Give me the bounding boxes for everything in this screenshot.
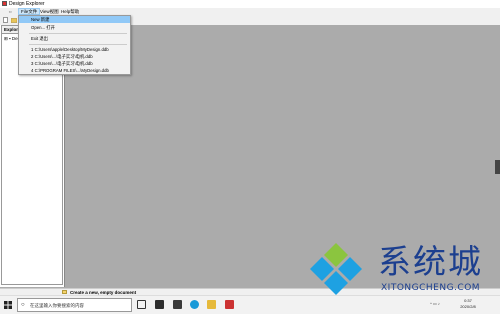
side-handle[interactable] [495, 160, 500, 174]
system-menu-icon[interactable]: ⇔ [6, 8, 15, 15]
computer-icon: ▪ [9, 36, 11, 41]
expand-icon[interactable]: ⊞ [4, 36, 8, 41]
open-folder-icon[interactable] [10, 17, 18, 23]
menu-help[interactable]: Help帮助 [59, 8, 81, 15]
file-explorer-icon[interactable] [207, 300, 216, 309]
taskbar-search-box[interactable]: ○ 在这里输入你要搜索的内容 [17, 298, 132, 312]
recent-file-item[interactable]: 2 C:\Users\...\电子实习\电机.ddb [19, 53, 130, 60]
menu-file[interactable]: File文件 [18, 8, 41, 15]
app-icon-dark[interactable] [155, 300, 164, 309]
watermark-text: 系统城 [378, 242, 483, 281]
menu-item-open[interactable]: Open... 打开 [19, 24, 130, 31]
search-icon: ○ [21, 302, 25, 308]
task-view-icon[interactable] [137, 300, 146, 309]
recent-file-item[interactable]: 3 C:\Users\...\电子实习\电机.ddb [19, 60, 130, 67]
windows-start-icon[interactable] [4, 301, 12, 309]
menu-item-exit[interactable]: Exit 退出 [19, 35, 130, 42]
clock-date: 2020/2/8 [460, 304, 476, 309]
menu-view[interactable]: View视图 [38, 8, 61, 15]
menu-separator [29, 44, 127, 45]
tray-icons[interactable]: ^ ▭ ♪ [430, 301, 440, 306]
menu-separator [29, 33, 127, 34]
window-title: Design Explorer [9, 1, 45, 7]
edge-browser-icon[interactable] [190, 300, 199, 309]
search-placeholder: 在这里输入你要搜索的内容 [30, 303, 84, 308]
taskbar: ○ 在这里输入你要搜索的内容 ^ ▭ ♪ 0:37 2020/2/8 [0, 295, 500, 314]
new-document-icon[interactable] [3, 17, 9, 23]
menu-item-new[interactable]: New 新建 [19, 16, 130, 23]
mail-icon[interactable] [173, 300, 182, 309]
watermark-url: XITONGCHENG.COM [381, 283, 481, 293]
file-menu-dropdown: New 新建 Open... 打开 Exit 退出 1 C:\Users\app… [18, 15, 131, 75]
recent-file-item[interactable]: 1 C:\Users\apple\Desktop\MyDesign.ddb [19, 46, 130, 53]
recent-file-item[interactable]: 4 C:\PROGRAM FILES\...\MyDesign.ddb [19, 67, 130, 74]
status-icon [62, 290, 67, 294]
clock[interactable]: 0:37 2020/2/8 [455, 298, 481, 310]
app-icon [2, 1, 7, 6]
design-explorer-taskbar-icon[interactable] [225, 300, 234, 309]
menu-bar: ⇔ File文件 View视图 Help帮助 [0, 8, 500, 15]
watermark-logo [310, 243, 362, 295]
